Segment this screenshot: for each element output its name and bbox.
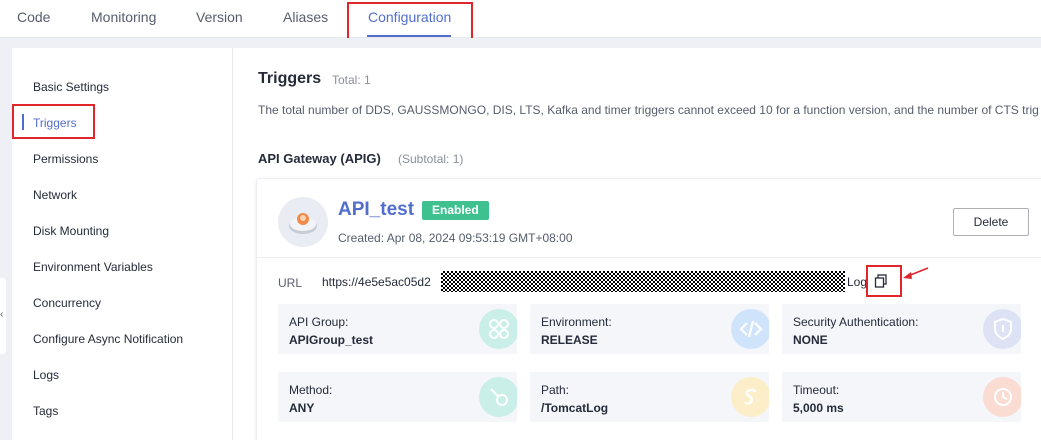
status-badge: Enabled: [422, 201, 489, 220]
detail-value: 5,000 ms: [793, 401, 844, 415]
sidebar-item-concurrency[interactable]: Concurrency: [33, 296, 101, 310]
detail-value: /TomcatLog: [541, 401, 609, 415]
detail-value: APIGroup_test: [289, 333, 374, 347]
code-icon: [731, 309, 769, 349]
trigger-card-header: API_test Enabled Created: Apr 08, 2024 0…: [257, 179, 1041, 258]
sidebar-item-network[interactable]: Network: [33, 188, 77, 202]
section-title-apig: API Gateway (APIG): [258, 151, 381, 166]
detail-timeout: Timeout: 5,000 ms: [782, 372, 1021, 422]
left-gutter: ‹: [0, 38, 12, 440]
sidebar-item-async-notification[interactable]: Configure Async Notification: [33, 332, 183, 346]
top-tab-bar: Code Monitoring Version Aliases Configur…: [0, 0, 1041, 38]
detail-label: Security Authentication:: [793, 315, 919, 329]
tab-aliases[interactable]: Aliases: [283, 9, 328, 25]
shield-icon: [983, 309, 1021, 349]
url-label: URL: [278, 276, 303, 290]
path-icon: [731, 377, 769, 417]
tab-code[interactable]: Code: [17, 9, 50, 25]
apig-trigger-icon: [278, 197, 328, 247]
detail-label: API Group:: [289, 315, 349, 329]
page-title: Triggers: [258, 70, 322, 87]
trigger-card: API_test Enabled Created: Apr 08, 2024 0…: [256, 178, 1041, 440]
triggers-panel: Triggers Total: 1 The total number of DD…: [234, 48, 1041, 440]
sidebar-item-tags[interactable]: Tags: [33, 404, 58, 418]
trigger-limit-notice: The total number of DDS, GAUSSMONGO, DIS…: [258, 103, 1039, 117]
detail-value: ANY: [289, 401, 315, 415]
sidebar-item-basic-settings[interactable]: Basic Settings: [33, 80, 109, 94]
clock-icon: [983, 377, 1021, 417]
sidebar-item-triggers[interactable]: Triggers: [33, 116, 77, 130]
detail-label: Environment:: [541, 315, 612, 329]
tab-monitoring[interactable]: Monitoring: [91, 9, 156, 25]
sidebar-item-disk-mounting[interactable]: Disk Mounting: [33, 224, 109, 238]
detail-label: Timeout:: [793, 383, 840, 397]
active-tab-indicator: [367, 35, 451, 37]
tab-configuration[interactable]: Configuration: [368, 9, 451, 25]
total-count: Total: 1: [332, 73, 371, 87]
url-value: https://4e5e5ac05d2: [322, 275, 431, 289]
detail-api-group: API Group: APIGroup_test: [278, 304, 517, 354]
copy-icon[interactable]: [873, 273, 889, 289]
top-gap: [0, 38, 1041, 48]
detail-method: Method: ANY: [278, 372, 517, 422]
delete-button[interactable]: Delete: [953, 208, 1029, 236]
detail-label: Method:: [289, 383, 333, 397]
sidebar-item-environment-variables[interactable]: Environment Variables: [33, 260, 153, 274]
detail-security-auth: Security Authentication: NONE: [782, 304, 1021, 354]
detail-value: NONE: [793, 333, 828, 347]
sidebar-active-indicator: [22, 114, 24, 130]
sidebar-item-logs[interactable]: Logs: [33, 368, 59, 382]
group-icon: [479, 309, 517, 349]
trigger-name[interactable]: API_test: [338, 199, 414, 221]
config-sidebar: Basic Settings Triggers Permissions Netw…: [12, 48, 233, 440]
redacted-url-mask: [441, 271, 845, 292]
detail-label: Path:: [541, 383, 570, 397]
section-subtotal: (Subtotal: 1): [398, 152, 464, 166]
annotation-arrow-icon: [903, 267, 929, 279]
sidebar-item-permissions[interactable]: Permissions: [33, 152, 98, 166]
url-tail: Log: [847, 275, 868, 289]
tab-version[interactable]: Version: [196, 9, 243, 25]
detail-environment: Environment: RELEASE: [530, 304, 769, 354]
chevron-left-icon[interactable]: ‹: [0, 310, 3, 320]
detail-value: RELEASE: [541, 333, 598, 347]
method-icon: [479, 377, 517, 417]
created-time: Created: Apr 08, 2024 09:53:19 GMT+08:00: [338, 231, 573, 245]
detail-path: Path: /TomcatLog: [530, 372, 769, 422]
